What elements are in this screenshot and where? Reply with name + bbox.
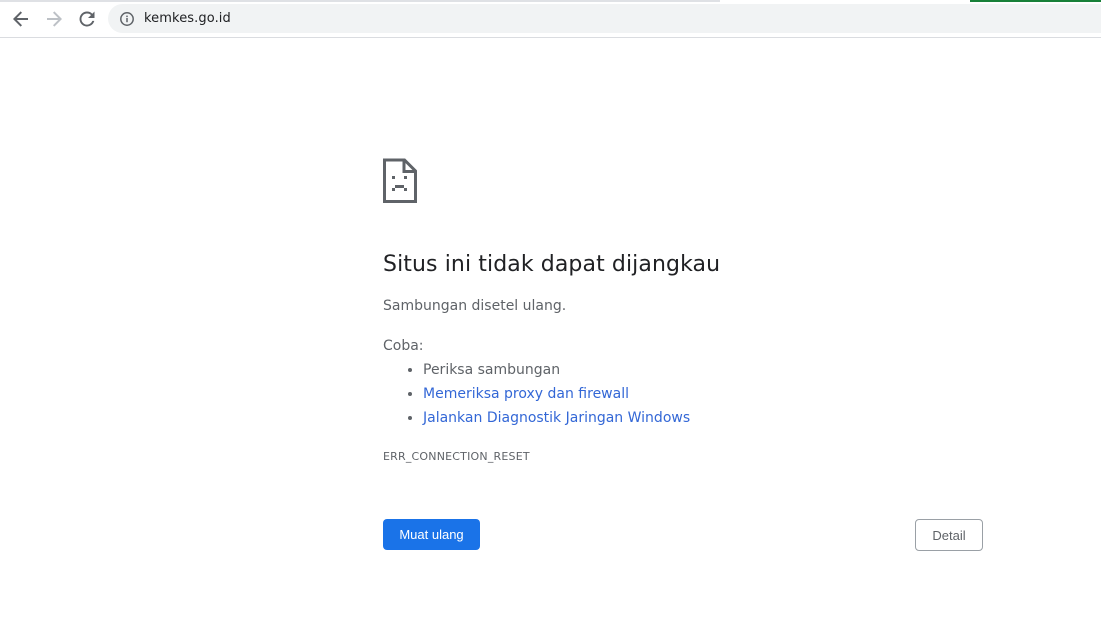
reload-icon	[79, 11, 95, 27]
info-icon[interactable]	[119, 11, 135, 27]
error-code: ERR_CONNECTION_RESET	[383, 450, 530, 463]
suggestion-run-diagnostics: Jalankan Diagnostik Jaringan Windows	[423, 406, 690, 430]
suggestion-check-proxy: Memeriksa proxy dan firewall	[423, 382, 690, 406]
arrow-right-icon	[47, 11, 62, 27]
error-message: Sambungan disetel ulang.	[383, 298, 567, 314]
browser-toolbar: kemkes.go.id	[0, 0, 1101, 38]
error-title: Situs ini tidak dapat dijangkau	[383, 252, 721, 277]
arrow-left-icon	[13, 11, 28, 27]
tab-strip-accent	[970, 0, 1101, 2]
error-content: Situs ini tidak dapat dijangkau Sambunga…	[383, 158, 983, 463]
back-button[interactable]	[8, 6, 34, 32]
try-label: Coba:	[383, 338, 424, 354]
address-bar[interactable]: kemkes.go.id	[108, 4, 1101, 33]
suggestion-check-connection: Periksa sambungan	[423, 358, 690, 382]
details-button[interactable]: Detail	[915, 519, 983, 551]
forward-button[interactable]	[41, 6, 67, 32]
url-text: kemkes.go.id	[144, 11, 231, 26]
proxy-firewall-link[interactable]: Memeriksa proxy dan firewall	[423, 386, 629, 402]
reload-button[interactable]	[74, 6, 100, 32]
reload-page-button[interactable]: Muat ulang	[383, 519, 480, 550]
sad-document-icon	[383, 158, 417, 203]
suggestion-text: Periksa sambungan	[423, 362, 561, 378]
network-diagnostics-link[interactable]: Jalankan Diagnostik Jaringan Windows	[423, 410, 690, 426]
tab-strip-edge	[0, 0, 720, 2]
suggestion-list: Periksa sambungan Memeriksa proxy dan fi…	[383, 358, 690, 430]
